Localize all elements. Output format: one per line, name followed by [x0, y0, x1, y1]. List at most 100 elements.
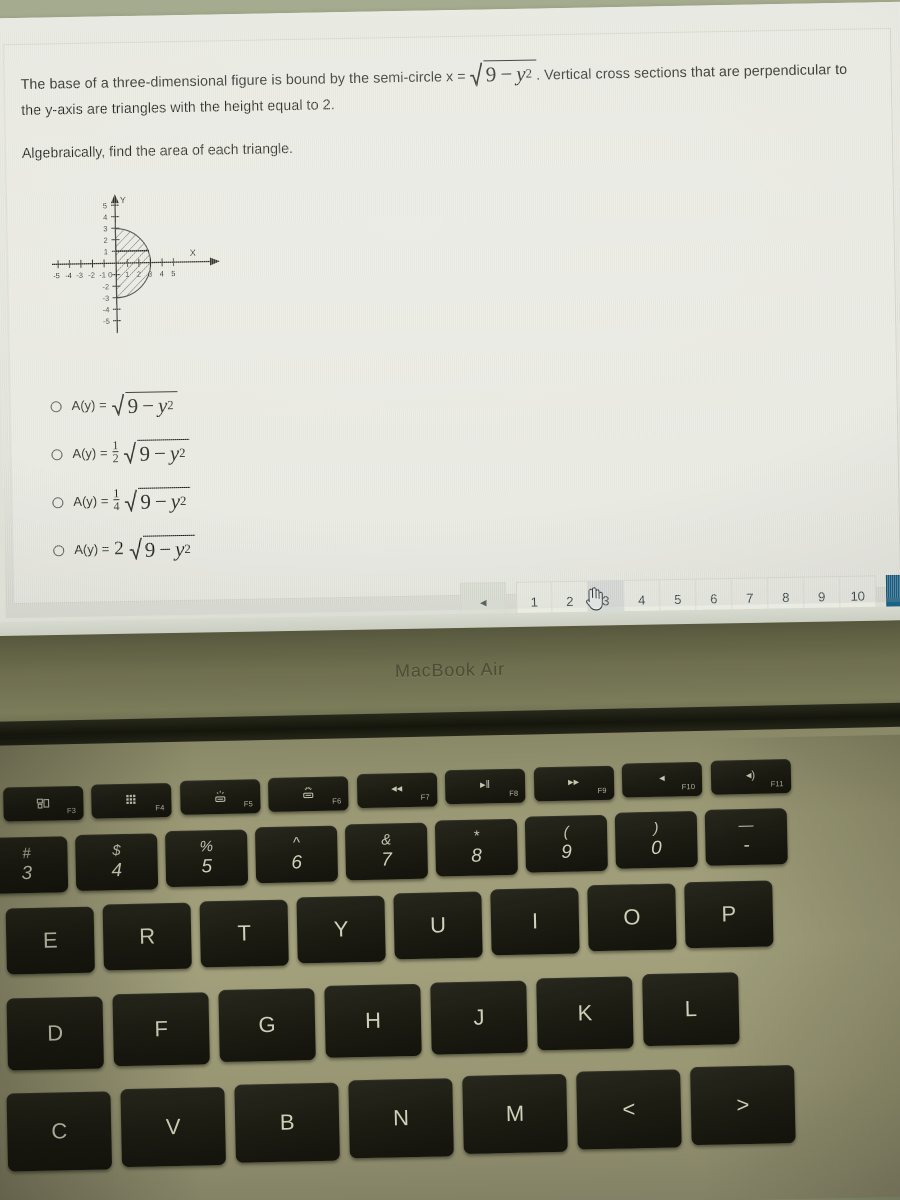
- mute-icon: ◂: [659, 772, 665, 785]
- radio-button-c[interactable]: [52, 496, 64, 508]
- key-glyph: >: [736, 1091, 750, 1118]
- key--[interactable]: — -: [704, 807, 788, 866]
- key-5[interactable]: % 5: [165, 829, 249, 888]
- key-fn-label: F11: [770, 778, 784, 789]
- radio-button-b[interactable]: [51, 448, 63, 460]
- key-b[interactable]: B: [234, 1082, 340, 1163]
- svg-text:-1: -1: [99, 270, 106, 279]
- key-fn-label: F3: [66, 806, 77, 816]
- key-8[interactable]: * 8: [434, 818, 518, 877]
- svg-text:2: 2: [137, 270, 141, 279]
- key-fn-label: F6: [332, 796, 342, 806]
- radicand-minus: −: [500, 61, 513, 87]
- key-upper-glyph: %: [199, 838, 214, 856]
- key-l[interactable]: L: [642, 971, 740, 1046]
- key-upper-glyph: ^: [292, 834, 300, 852]
- key-g[interactable]: G: [218, 988, 316, 1063]
- key-r[interactable]: R: [102, 903, 192, 971]
- key-glyph: V: [165, 1113, 181, 1140]
- key-u[interactable]: U: [393, 891, 483, 960]
- rewind-icon: ◂◂: [391, 782, 403, 796]
- key-f8[interactable]: ▸‖ F8: [444, 768, 526, 805]
- key-v[interactable]: V: [120, 1086, 227, 1168]
- option-d[interactable]: A(y) = 2 9− y 2: [53, 519, 454, 574]
- key-f10[interactable]: ◂ F10: [621, 762, 703, 798]
- key-f3[interactable]: F3: [2, 786, 84, 822]
- key-7[interactable]: & 7: [344, 822, 429, 880]
- key-p[interactable]: P: [684, 880, 774, 948]
- option-c[interactable]: A(y) = 1 4 9− y 2: [52, 471, 453, 526]
- key-glyph: U: [429, 912, 447, 938]
- key-greater[interactable]: >: [690, 1065, 796, 1146]
- option-a-label: A(y) = 9− y 2: [71, 391, 178, 419]
- question-prompt: Algebraically, find the area of each tri…: [21, 141, 294, 163]
- x-axis-label: X: [190, 248, 196, 258]
- key-lower-glyph: 0: [650, 838, 662, 860]
- key-upper-glyph: &: [381, 830, 392, 849]
- option-d-radicand: 9: [144, 537, 156, 562]
- key-9[interactable]: (9: [524, 814, 608, 873]
- key-glyph: O: [623, 904, 641, 930]
- key-f6[interactable]: F6: [267, 775, 349, 812]
- svg-text:-3: -3: [76, 271, 83, 280]
- key-fn-label: F9: [597, 785, 607, 795]
- key-y[interactable]: Y: [296, 895, 386, 964]
- radio-button-d[interactable]: [53, 544, 65, 556]
- key-f9[interactable]: ▸▸ F9: [533, 765, 614, 802]
- key-less[interactable]: <: [576, 1069, 682, 1150]
- key-c[interactable]: C: [6, 1091, 113, 1172]
- option-b[interactable]: A(y) = 1 2 9− y 2: [51, 423, 452, 478]
- key-3[interactable]: #3: [0, 836, 69, 895]
- key-f4[interactable]: F4: [91, 782, 172, 819]
- radicand-constant: 9: [485, 62, 497, 87]
- key-glyph: P: [721, 900, 737, 927]
- key-k[interactable]: K: [536, 975, 634, 1050]
- svg-text:1: 1: [104, 247, 108, 256]
- radio-button-a[interactable]: [50, 400, 62, 412]
- key-n[interactable]: N: [348, 1078, 454, 1159]
- svg-text:-2: -2: [88, 271, 95, 280]
- keyboard[interactable]: F2F3F4F5F6◂◂F7▸‖F8▸▸F9◂F10◂)F11@2#3$4%5^…: [0, 728, 845, 1200]
- key-lower-glyph: 5: [201, 856, 213, 878]
- key-4[interactable]: $4: [75, 832, 159, 891]
- key-glyph: C: [51, 1118, 68, 1144]
- key-i[interactable]: I: [490, 887, 580, 956]
- key-6[interactable]: ^ 6: [254, 825, 339, 884]
- svg-text:-5: -5: [53, 271, 60, 280]
- option-b-prefix: A(y) =: [72, 445, 108, 462]
- radical-sign-icon: [123, 440, 137, 466]
- key-d[interactable]: D: [6, 996, 104, 1071]
- key-m[interactable]: M: [462, 1073, 568, 1154]
- key-glyph: E: [42, 927, 58, 953]
- key-glyph: R: [138, 923, 156, 950]
- answer-options[interactable]: A(y) = 9− y 2 A(y) = 1 2 9− y 2 A(y) = 1…: [50, 375, 453, 574]
- question-statement: The base of a three-dimensional figure i…: [20, 53, 875, 124]
- key-glyph: N: [392, 1105, 410, 1131]
- key-f[interactable]: F: [112, 992, 210, 1067]
- key-o[interactable]: O: [587, 883, 677, 952]
- key-e[interactable]: E: [5, 906, 95, 975]
- key-glyph: H: [364, 1008, 382, 1034]
- key-lower-glyph: -: [743, 834, 750, 856]
- key-h[interactable]: H: [324, 984, 422, 1059]
- option-b-label: A(y) = 1 2 9− y 2: [72, 438, 190, 467]
- photo-of-laptop-screen: The base of a three-dimensional figure i…: [0, 0, 900, 1200]
- key-lower-glyph: 8: [471, 845, 483, 867]
- key-t[interactable]: T: [199, 899, 289, 968]
- key-j[interactable]: J: [430, 980, 528, 1055]
- option-a[interactable]: A(y) = 9− y 2: [50, 375, 451, 430]
- option-d-coefficient: 2: [114, 538, 124, 560]
- key-0[interactable]: ) 0: [614, 811, 698, 870]
- key-glyph: T: [237, 919, 252, 946]
- option-a-prefix: A(y) =: [71, 397, 107, 414]
- key-upper-glyph: #: [22, 845, 31, 863]
- key-f7[interactable]: ◂◂ F7: [356, 772, 438, 809]
- svg-text:3: 3: [148, 270, 152, 279]
- key-fn-label: F10: [681, 782, 696, 792]
- key-f5[interactable]: F5: [179, 779, 261, 816]
- laptop-screen: The base of a three-dimensional figure i…: [0, 1, 900, 629]
- coordinate-graph: -5 -4 -3 -2 -1 0 123 45 543 21 -2 -3 -4 -5 X …: [43, 189, 226, 342]
- key-f11[interactable]: ◂) F11: [710, 758, 791, 795]
- option-c-label: A(y) = 1 4 9− y 2: [73, 486, 191, 515]
- fast-forward-icon: ▸▸: [567, 775, 580, 789]
